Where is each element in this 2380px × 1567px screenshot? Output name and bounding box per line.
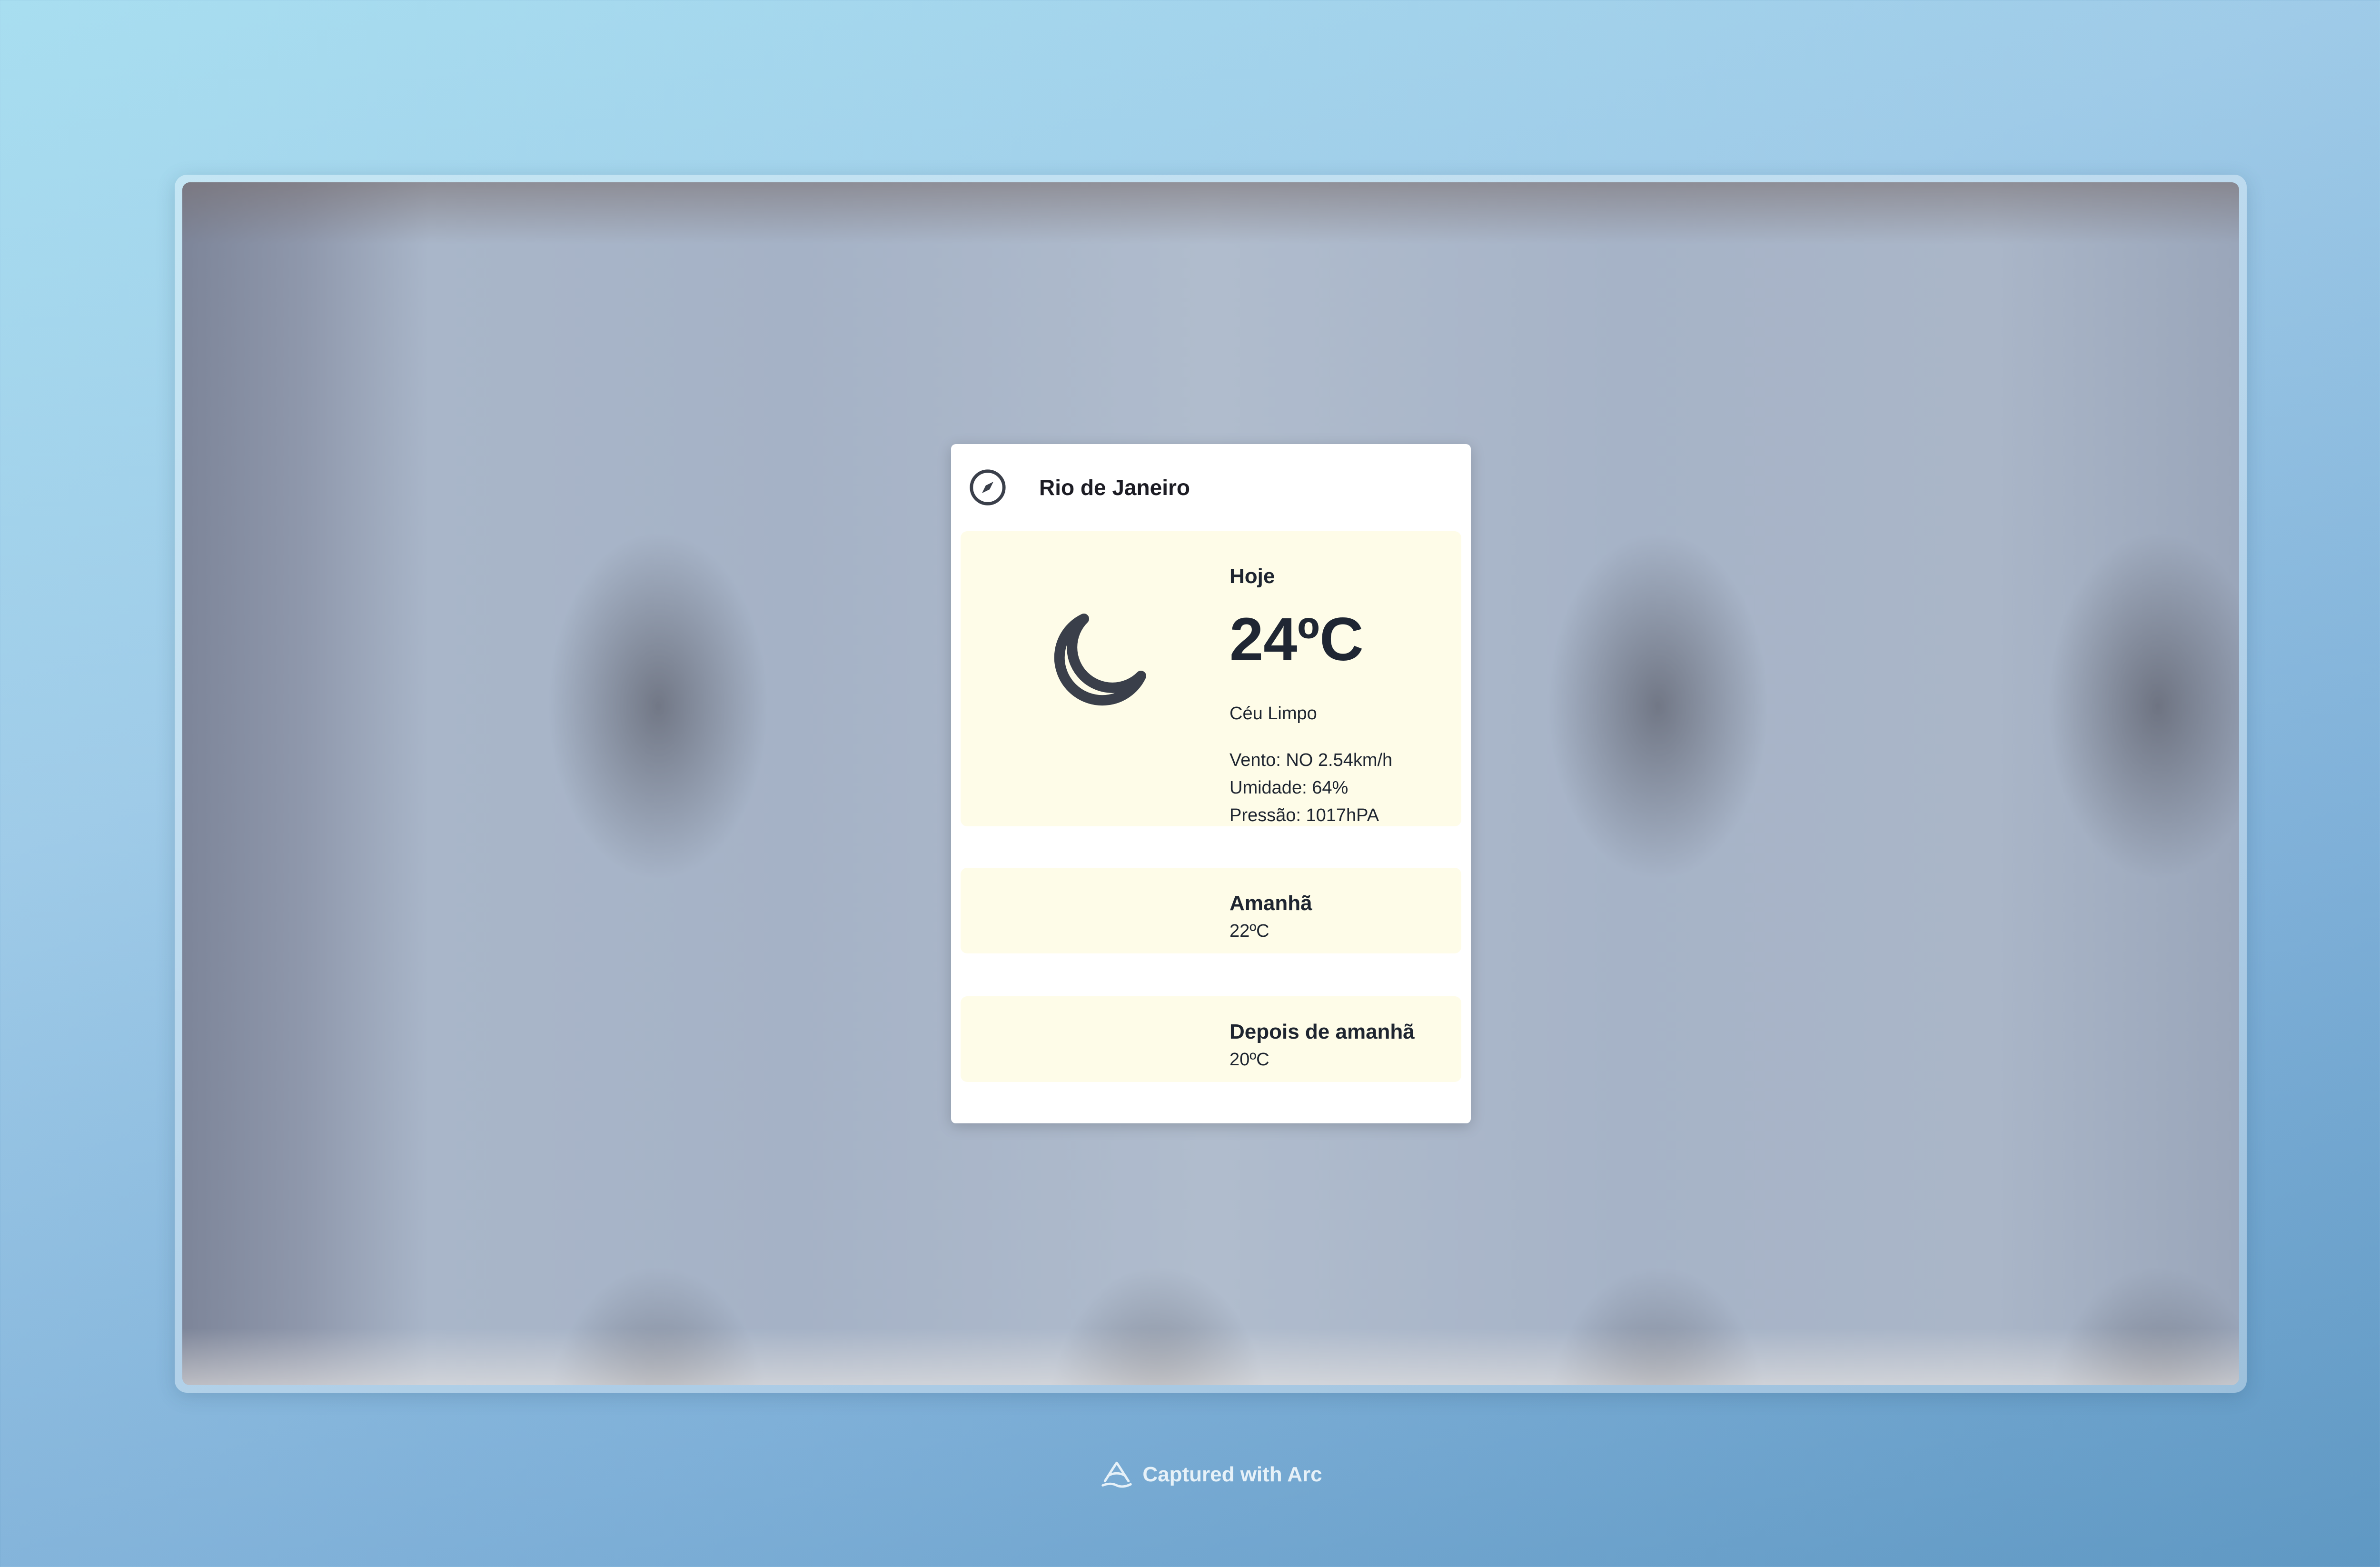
weather-card: Rio de Janeiro Hoje 24ºC Céu Limpo Vento… <box>951 444 1471 1123</box>
tomorrow-temperature: 22ºC <box>1230 921 1269 941</box>
today-humidity: Umidade: 64% <box>1230 778 1349 798</box>
arc-logo-icon <box>1101 1461 1132 1488</box>
compass-icon[interactable] <box>968 468 1007 507</box>
city-name[interactable]: Rio de Janeiro <box>1039 475 1190 500</box>
today-pressure: Pressão: 1017hPA <box>1230 805 1379 825</box>
forecast-after-tomorrow: Depois de amanhã 20ºC <box>961 996 1461 1082</box>
capture-label: Captured with Arc <box>1142 1463 1322 1486</box>
moon-icon <box>1054 614 1146 706</box>
forecast-today: Hoje 24ºC Céu Limpo Vento: NO 2.54km/h U… <box>961 531 1461 826</box>
today-temperature: 24ºC <box>1230 605 1364 674</box>
capture-footer: Captured with Arc <box>0 1459 2380 1493</box>
after-tomorrow-temperature: 20ºC <box>1230 1050 1269 1070</box>
today-condition: Céu Limpo <box>1230 704 1317 724</box>
tomorrow-label: Amanhã <box>1230 892 1312 915</box>
forecast-tomorrow: Amanhã 22ºC <box>961 868 1461 953</box>
after-tomorrow-label: Depois de amanhã <box>1230 1020 1415 1043</box>
location-header: Rio de Janeiro <box>951 444 1471 530</box>
today-label: Hoje <box>1230 565 1275 588</box>
today-wind: Vento: NO 2.54km/h <box>1230 750 1393 770</box>
